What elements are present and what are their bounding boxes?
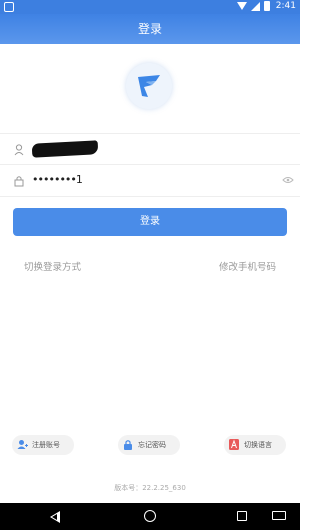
switch-language-button[interactable]: 切换语言	[224, 435, 286, 455]
notification-icon	[4, 2, 14, 12]
status-bar: 2:41	[0, 0, 300, 14]
back-icon[interactable]	[50, 511, 60, 523]
login-button[interactable]: 登录	[13, 208, 287, 236]
wifi-icon	[236, 2, 247, 10]
lock-icon	[124, 440, 132, 450]
signal-icon	[250, 1, 260, 11]
status-icons: 2:41	[236, 1, 296, 11]
add-user-icon	[17, 440, 28, 449]
username-field[interactable]	[0, 133, 300, 165]
status-time: 2:41	[275, 1, 296, 11]
recent-apps-icon[interactable]	[237, 511, 247, 521]
keyboard-icon[interactable]	[272, 511, 286, 520]
version-text: 版本号：22.2.25_630	[114, 484, 186, 492]
user-icon	[14, 144, 24, 156]
forgot-password-label: 忘记密码	[138, 441, 166, 449]
app-logo	[126, 63, 172, 109]
lock-icon	[14, 176, 24, 187]
battery-icon	[263, 1, 270, 11]
eye-icon[interactable]	[282, 176, 294, 184]
system-nav-bar	[0, 503, 300, 530]
switch-language-label: 切换语言	[244, 441, 272, 449]
password-field[interactable]: ••••••••1	[0, 165, 300, 197]
password-value: ••••••••1	[32, 173, 83, 186]
language-icon	[229, 439, 239, 450]
logo-mark-icon	[138, 75, 160, 97]
register-button[interactable]: 注册账号	[12, 435, 74, 455]
change-phone-link[interactable]: 修改手机号码	[219, 259, 276, 273]
redacted-username	[31, 140, 99, 158]
forgot-password-button[interactable]: 忘记密码	[118, 435, 180, 455]
switch-login-method-link[interactable]: 切换登录方式	[24, 259, 81, 273]
page-title: 登录	[0, 14, 300, 44]
register-label: 注册账号	[32, 441, 60, 449]
home-icon[interactable]	[144, 510, 156, 522]
